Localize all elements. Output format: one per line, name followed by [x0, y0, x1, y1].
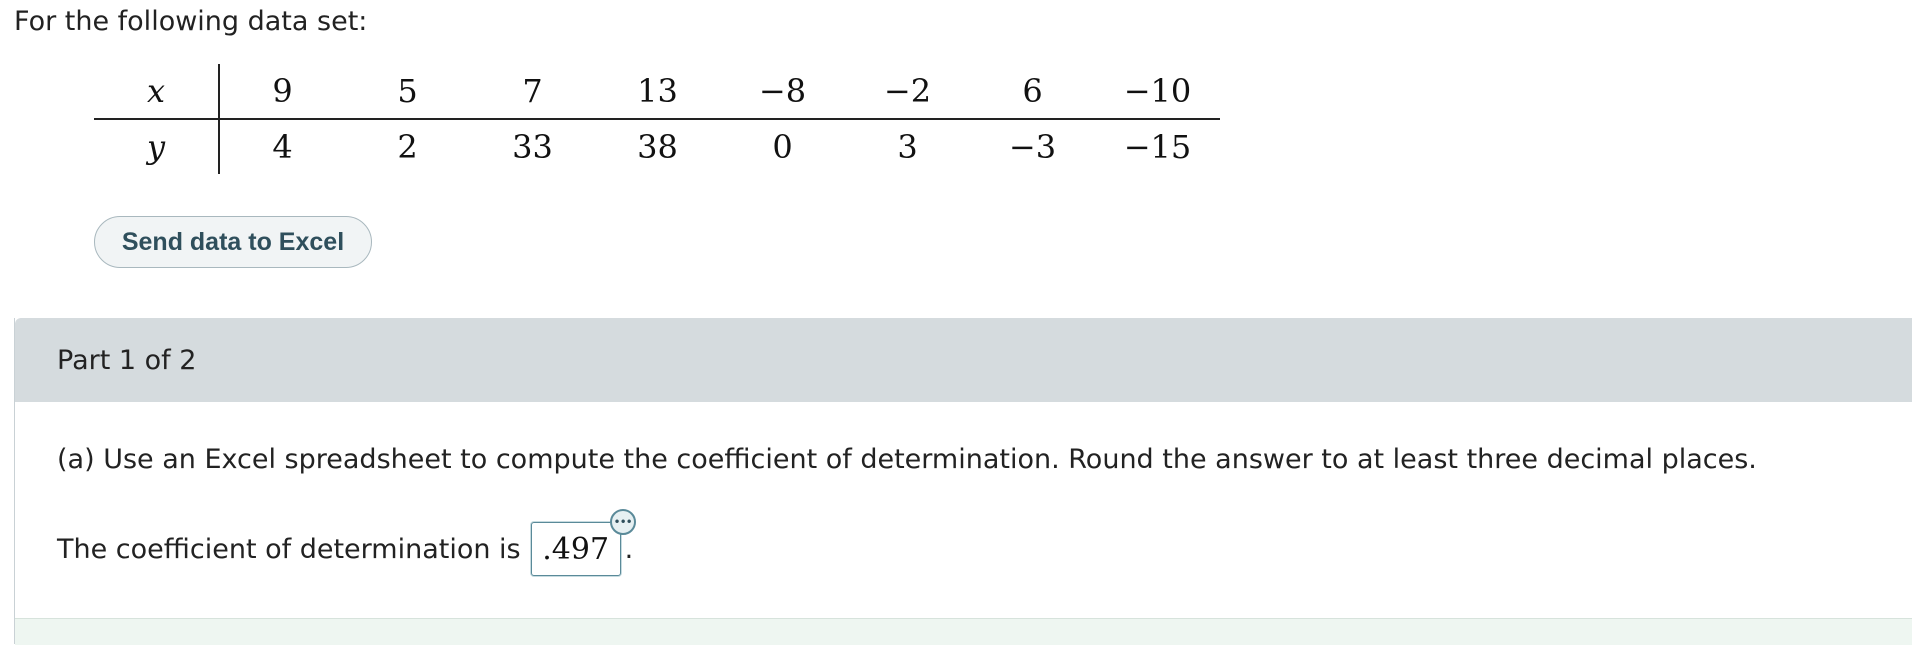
- table-cell: −2: [845, 64, 970, 120]
- answer-input[interactable]: .497 •••: [530, 509, 636, 576]
- table-row-x: x 9 5 7 13 −8 −2 6 −10: [94, 64, 1220, 120]
- question-text: (a) Use an Excel spreadsheet to compute …: [57, 444, 1757, 475]
- table-cell: 9: [219, 64, 345, 120]
- part-title: Part 1 of 2: [57, 344, 197, 376]
- table-cell: 2: [397, 128, 418, 166]
- table-cell: 7: [470, 64, 595, 120]
- table-cell: −10: [1095, 64, 1220, 120]
- table-cell: 4: [272, 128, 293, 166]
- intro-text: For the following data set:: [14, 6, 368, 37]
- table-cell: −3: [1008, 128, 1057, 166]
- table-cell: 0: [772, 128, 793, 166]
- more-options-icon[interactable]: •••: [609, 509, 636, 535]
- answer-value: .497: [542, 531, 610, 567]
- data-table: x 9 5 7 13 −8 −2 6 −10 y 4 2 33 38 0 3 −…: [94, 64, 1220, 174]
- part-header: Part 1 of 2: [15, 318, 1912, 402]
- table-cell: −15: [1123, 128, 1192, 166]
- row-label-y: y: [94, 119, 220, 174]
- table-cell: −8: [720, 64, 845, 120]
- table-cell: 3: [897, 128, 918, 166]
- answer-suffix: .: [624, 533, 634, 565]
- send-data-to-excel-button[interactable]: Send data to Excel: [94, 216, 372, 268]
- answer-prefix: The coefficient of determination is: [57, 533, 521, 565]
- bottom-strip: [15, 618, 1912, 645]
- table-cell: 33: [512, 128, 553, 166]
- table-cell: 13: [595, 64, 720, 120]
- table-cell: 5: [345, 64, 470, 120]
- answer-line: The coefficient of determination is .497…: [57, 509, 636, 576]
- table-cell: 38: [637, 128, 678, 166]
- row-label-x: x: [94, 64, 220, 120]
- part-panel: Part 1 of 2 (a) Use an Excel spreadsheet…: [14, 318, 1912, 645]
- table-row-y: y 4 2 33 38 0 3 −3 −15: [94, 119, 1220, 174]
- table-cell: 6: [970, 64, 1095, 120]
